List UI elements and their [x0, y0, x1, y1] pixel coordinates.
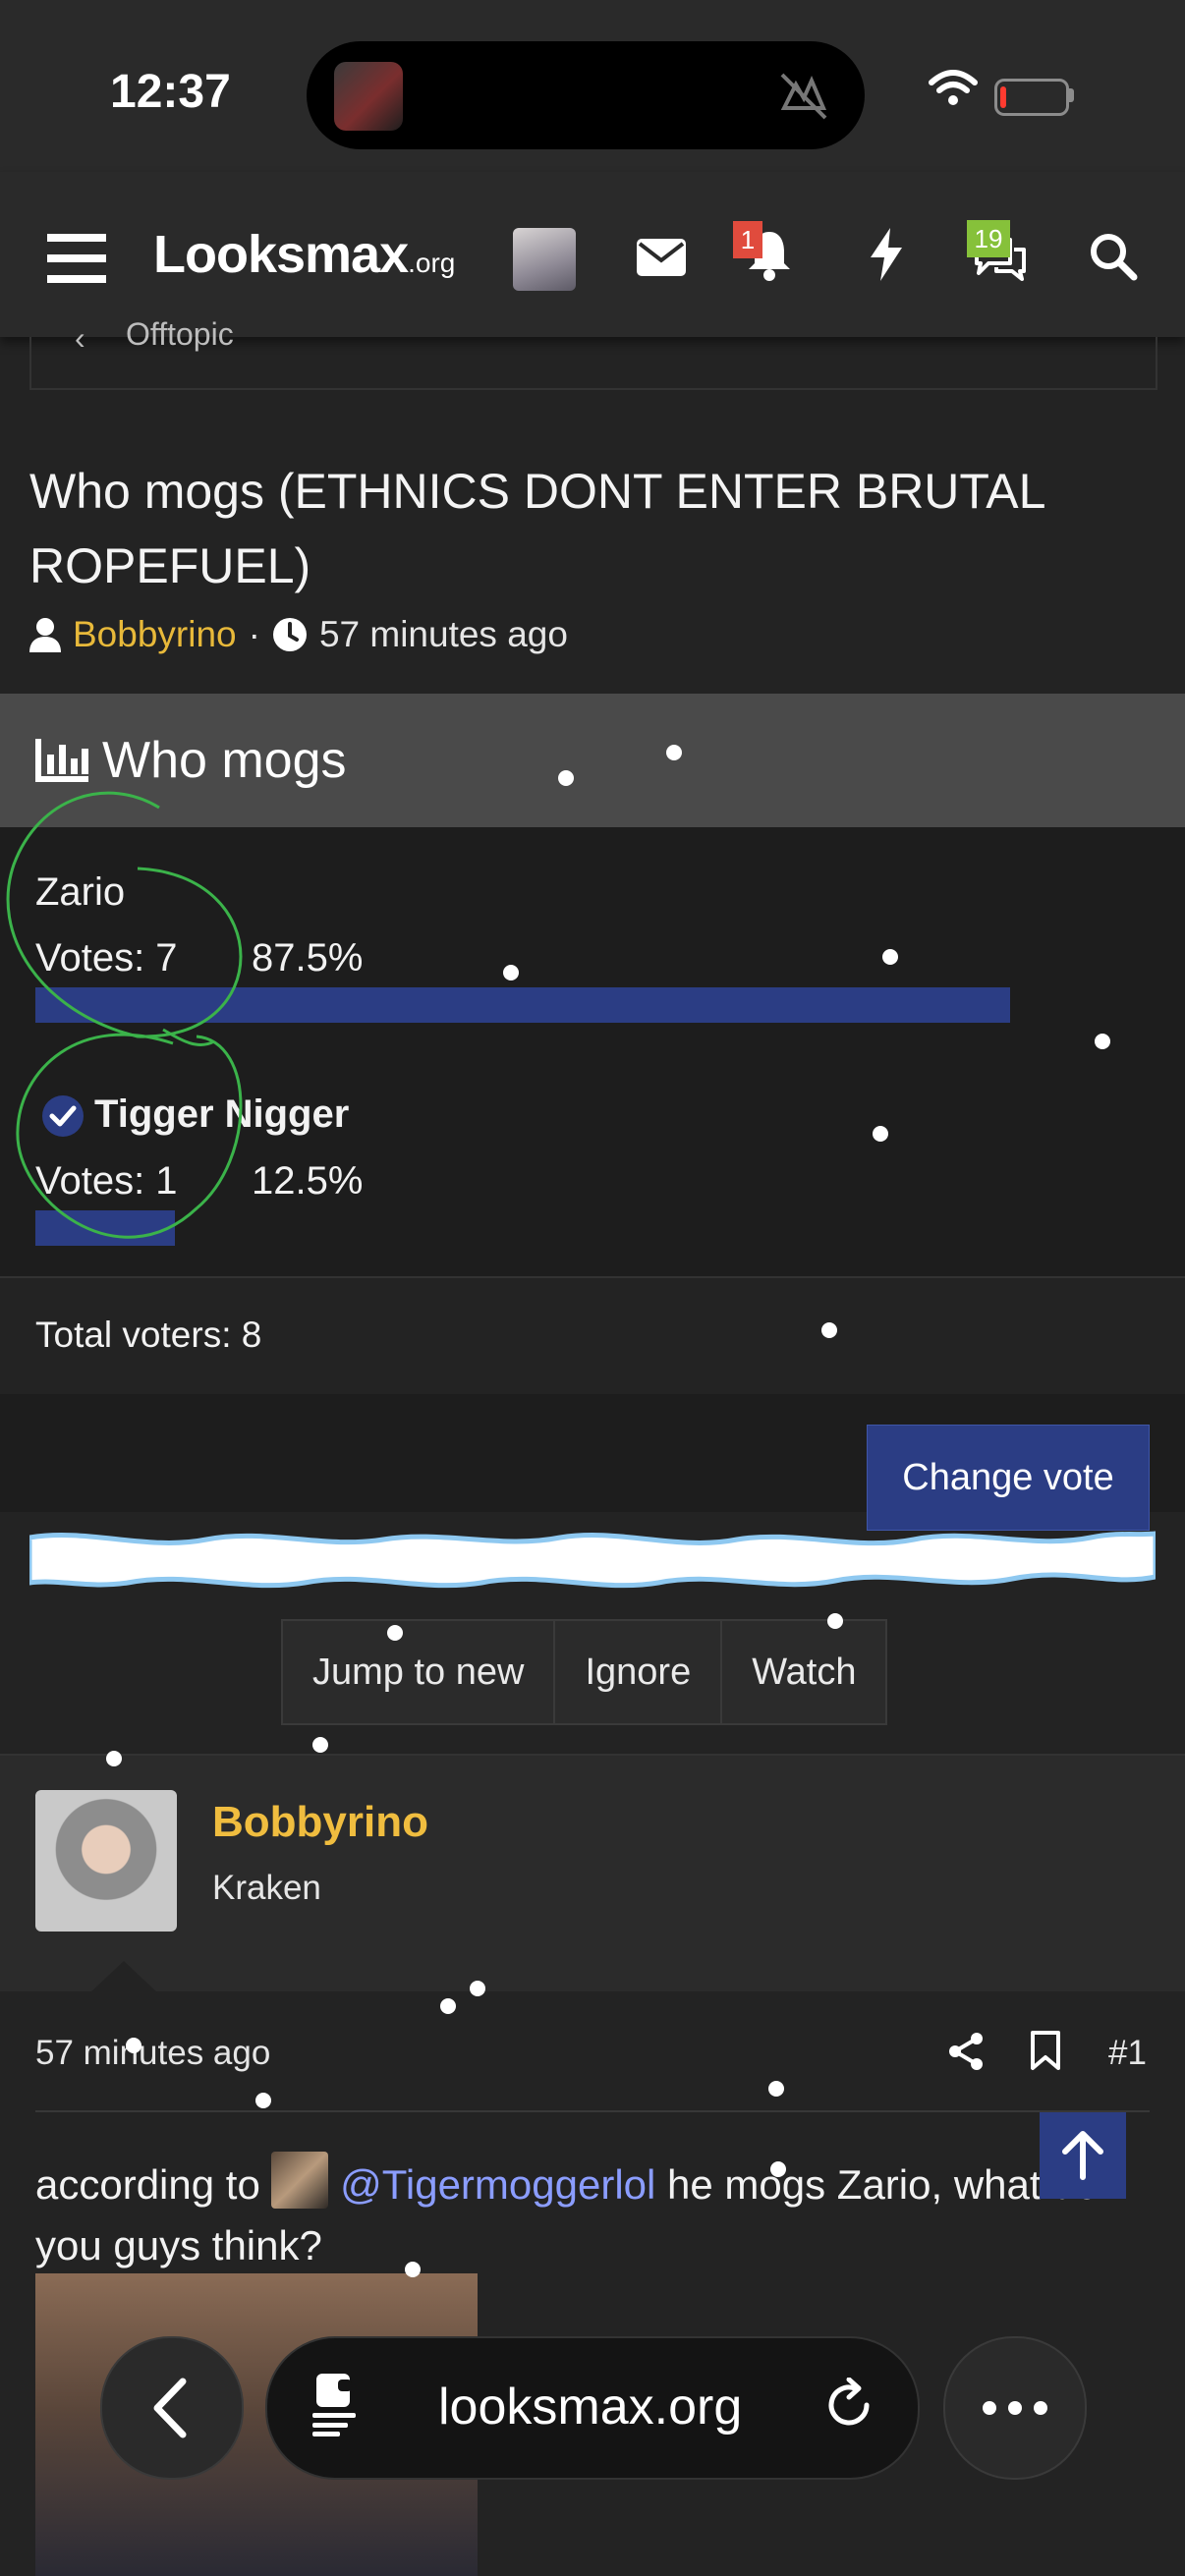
thread-author-link[interactable]: Bobbyrino	[73, 614, 237, 655]
divider	[35, 2110, 1150, 2112]
snow-particle	[126, 2038, 141, 2053]
more-dots-icon	[983, 2401, 1047, 2415]
snow-particle	[440, 1998, 456, 2014]
thread-title: Who mogs (ETHNICS DONT ENTER BRUTAL ROPE…	[29, 464, 1044, 593]
snow-particle	[405, 2262, 421, 2277]
snow-particle	[387, 1625, 403, 1641]
post-author-rank: Kraken	[212, 1869, 321, 1907]
post-text-before: according to	[35, 2161, 272, 2208]
thread-time: 57 minutes ago	[318, 614, 568, 654]
mention-avatar	[271, 2152, 329, 2209]
post-time[interactable]: 57 minutes ago	[35, 2034, 270, 2073]
share-icon[interactable]	[947, 2032, 987, 2071]
post-number-link[interactable]: #1	[1108, 2034, 1147, 2073]
snow-particle	[255, 2093, 271, 2108]
logo-text: Looksmax	[153, 225, 409, 284]
post-author[interactable]: Bobbyrino	[212, 1798, 428, 1847]
post-body: according to @Tigermoggerlol he mogs Zar…	[35, 2152, 1146, 2276]
snow-particle	[558, 770, 574, 786]
snow-particle	[827, 1613, 843, 1629]
snow-particle	[873, 1126, 888, 1142]
snow-particle	[1095, 1034, 1110, 1049]
snow-particle	[770, 2161, 786, 2177]
muted-icon	[780, 73, 827, 120]
mail-icon[interactable]	[637, 239, 686, 276]
snow-particle	[106, 1751, 122, 1766]
conversations-badge: 19	[967, 220, 1010, 257]
battery-tip	[1069, 88, 1074, 102]
snow-particle	[882, 949, 898, 965]
post-header-caret	[90, 1961, 157, 1992]
notifications-badge: 1	[733, 221, 762, 258]
lightning-icon[interactable]	[869, 228, 904, 281]
user-icon	[29, 618, 61, 652]
site-logo[interactable]: Looksmax.org	[153, 224, 455, 285]
ignore-button[interactable]: Ignore	[555, 1621, 723, 1723]
snow-particle	[503, 965, 519, 980]
reload-icon[interactable]	[821, 2378, 876, 2433]
search-icon[interactable]	[1089, 232, 1138, 281]
snow-particle	[666, 745, 682, 760]
url-text[interactable]: looksmax.org	[438, 2378, 742, 2436]
snow-particle	[821, 1322, 837, 1338]
handwritten-annotation	[6, 791, 243, 1239]
snow-particle	[768, 2081, 784, 2097]
scroll-to-top-button[interactable]	[1040, 2112, 1126, 2199]
bookmark-icon[interactable]	[1030, 2030, 1061, 2071]
jump-to-new-button[interactable]: Jump to new	[283, 1621, 556, 1723]
hamburger-menu-icon[interactable]	[47, 232, 106, 285]
breadcrumb-link[interactable]: Offtopic	[126, 316, 234, 353]
browser-back-button[interactable]	[100, 2336, 244, 2480]
chevron-left-icon	[153, 2378, 187, 2438]
total-voters: Total voters: 8	[35, 1315, 262, 1355]
page-menu-icon[interactable]	[310, 2372, 362, 2436]
wifi-icon	[929, 70, 978, 105]
poll-title: Who mogs	[102, 732, 347, 789]
logo-tld: .org	[408, 248, 456, 278]
status-time: 12:37	[110, 66, 231, 118]
post-avatar[interactable]	[35, 1790, 177, 1932]
watch-button[interactable]: Watch	[722, 1621, 885, 1723]
meta-separator: ·	[248, 614, 260, 654]
change-vote-button[interactable]: Change vote	[867, 1425, 1150, 1531]
battery-level	[1000, 86, 1006, 108]
snow-particle	[470, 1981, 485, 1996]
thread-actions: Jump to new Ignore Watch	[281, 1619, 888, 1725]
post-user-header	[0, 1756, 1185, 1991]
snow-particle	[312, 1737, 328, 1753]
arrow-up-icon	[1062, 2131, 1103, 2180]
user-mention-link[interactable]: @Tigermoggerlol	[340, 2161, 655, 2208]
now-playing-artwork	[334, 62, 403, 131]
bar-chart-icon	[35, 739, 88, 782]
thread-meta: Bobbyrino · 57 minutes ago	[29, 614, 568, 655]
wavy-divider-banner	[29, 1531, 1156, 1589]
more-options-button[interactable]	[943, 2336, 1087, 2480]
user-avatar[interactable]	[513, 228, 576, 291]
chevron-left-icon: ‹	[75, 320, 85, 356]
clock-icon	[272, 618, 307, 651]
